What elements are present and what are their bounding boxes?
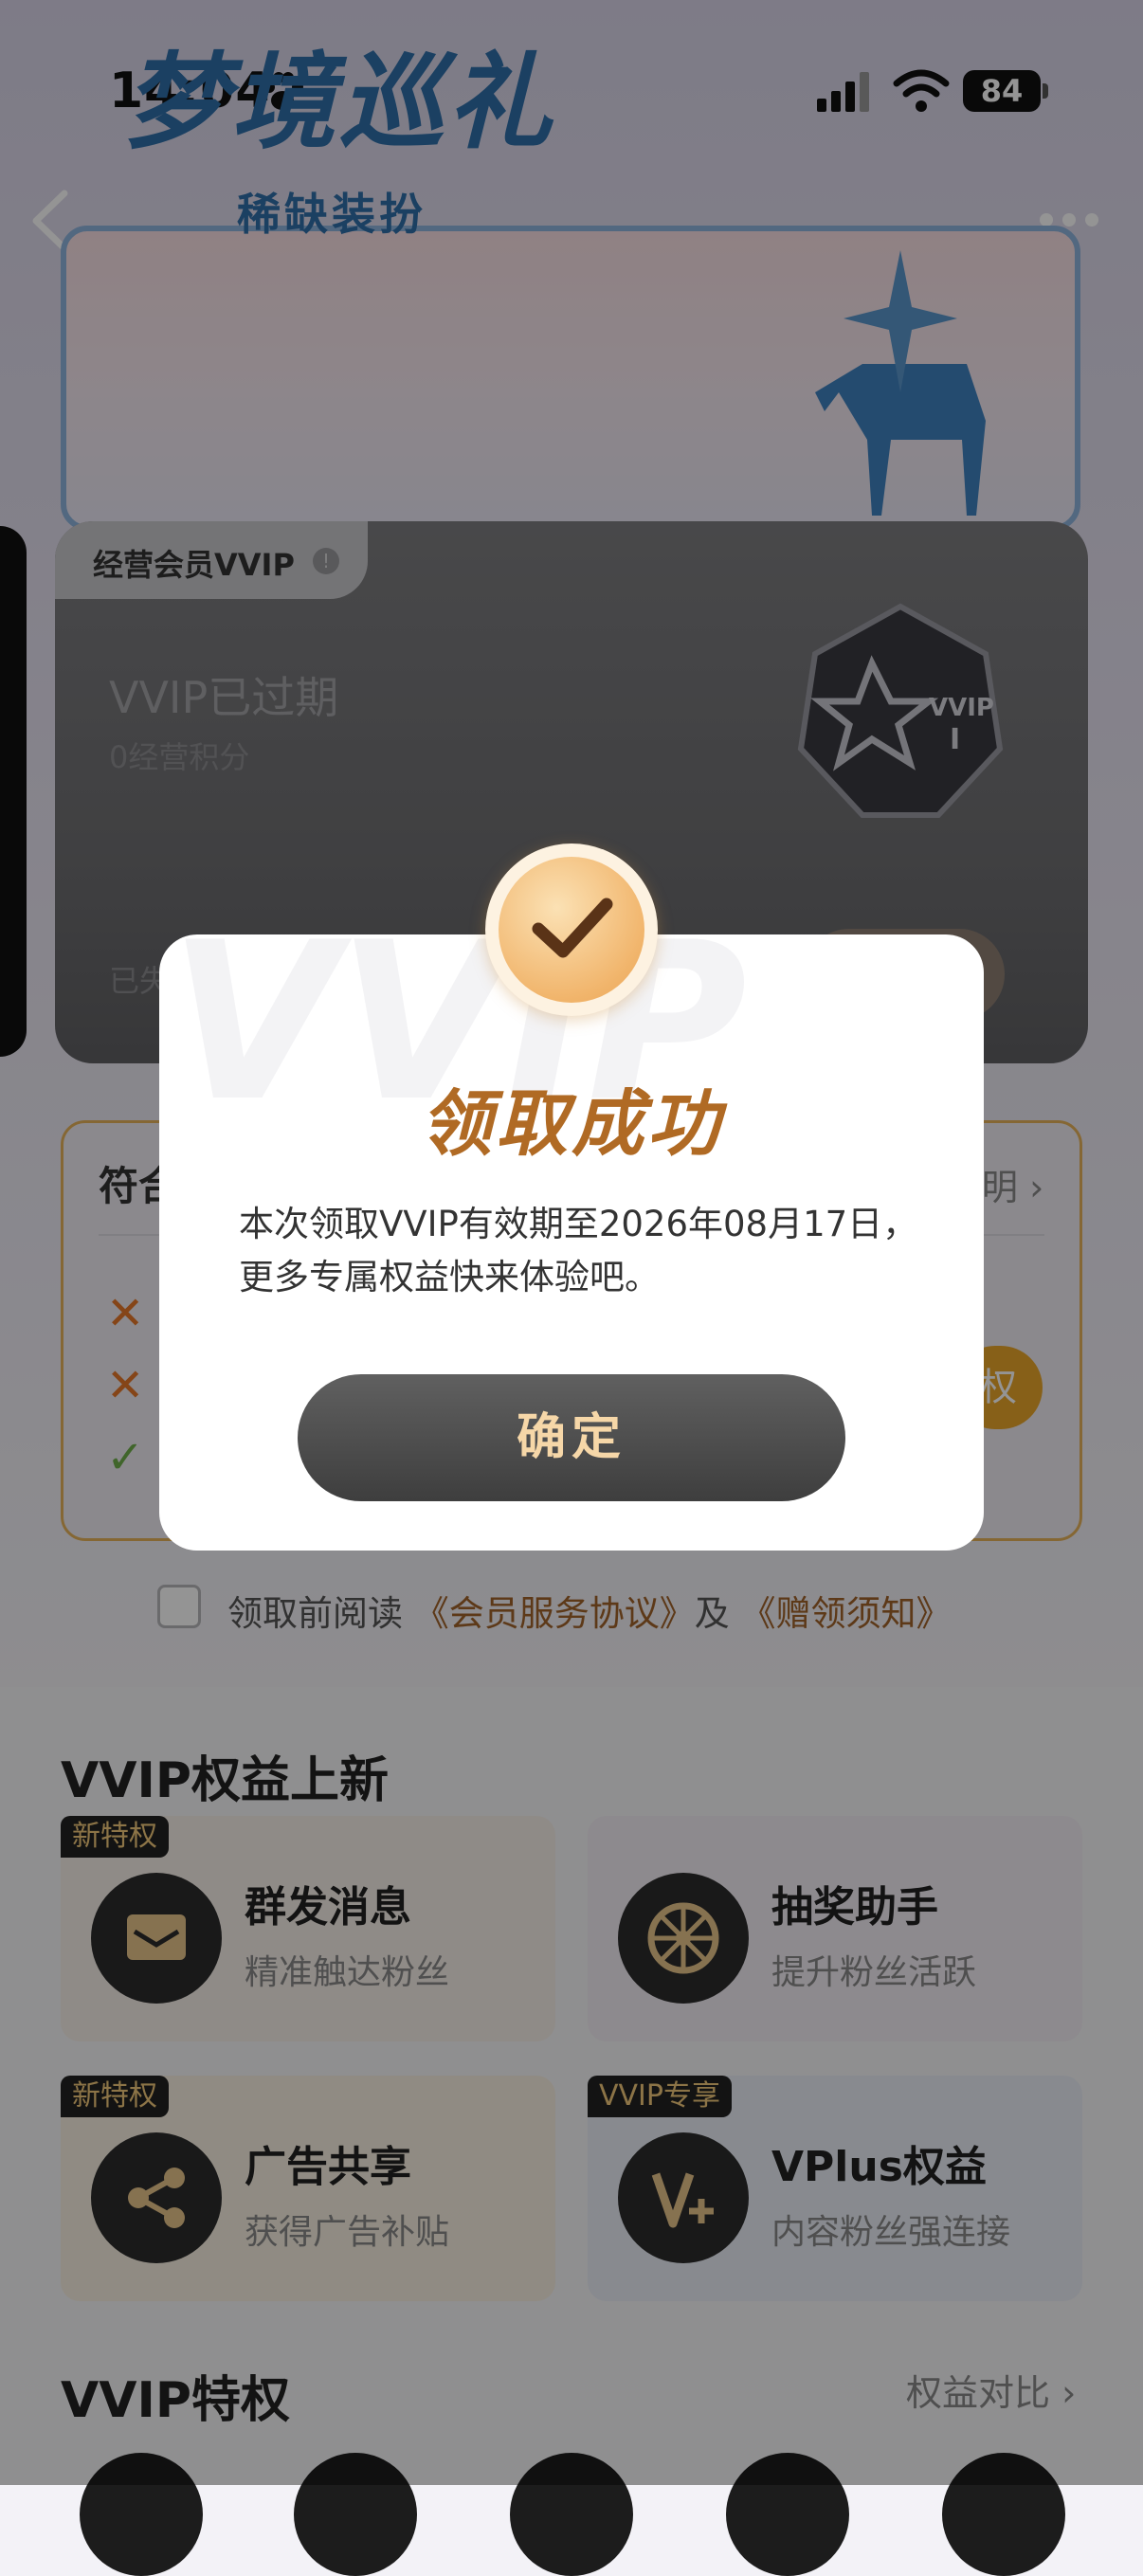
confirm-button[interactable]: 确定: [298, 1374, 845, 1501]
checkmark-icon: [532, 898, 613, 958]
dialog-title: 领取成功: [420, 1081, 723, 1166]
dialog-message: 本次领取VVIP有效期至2026年08月17日，更多专属权益快来体验吧。: [239, 1204, 918, 1297]
